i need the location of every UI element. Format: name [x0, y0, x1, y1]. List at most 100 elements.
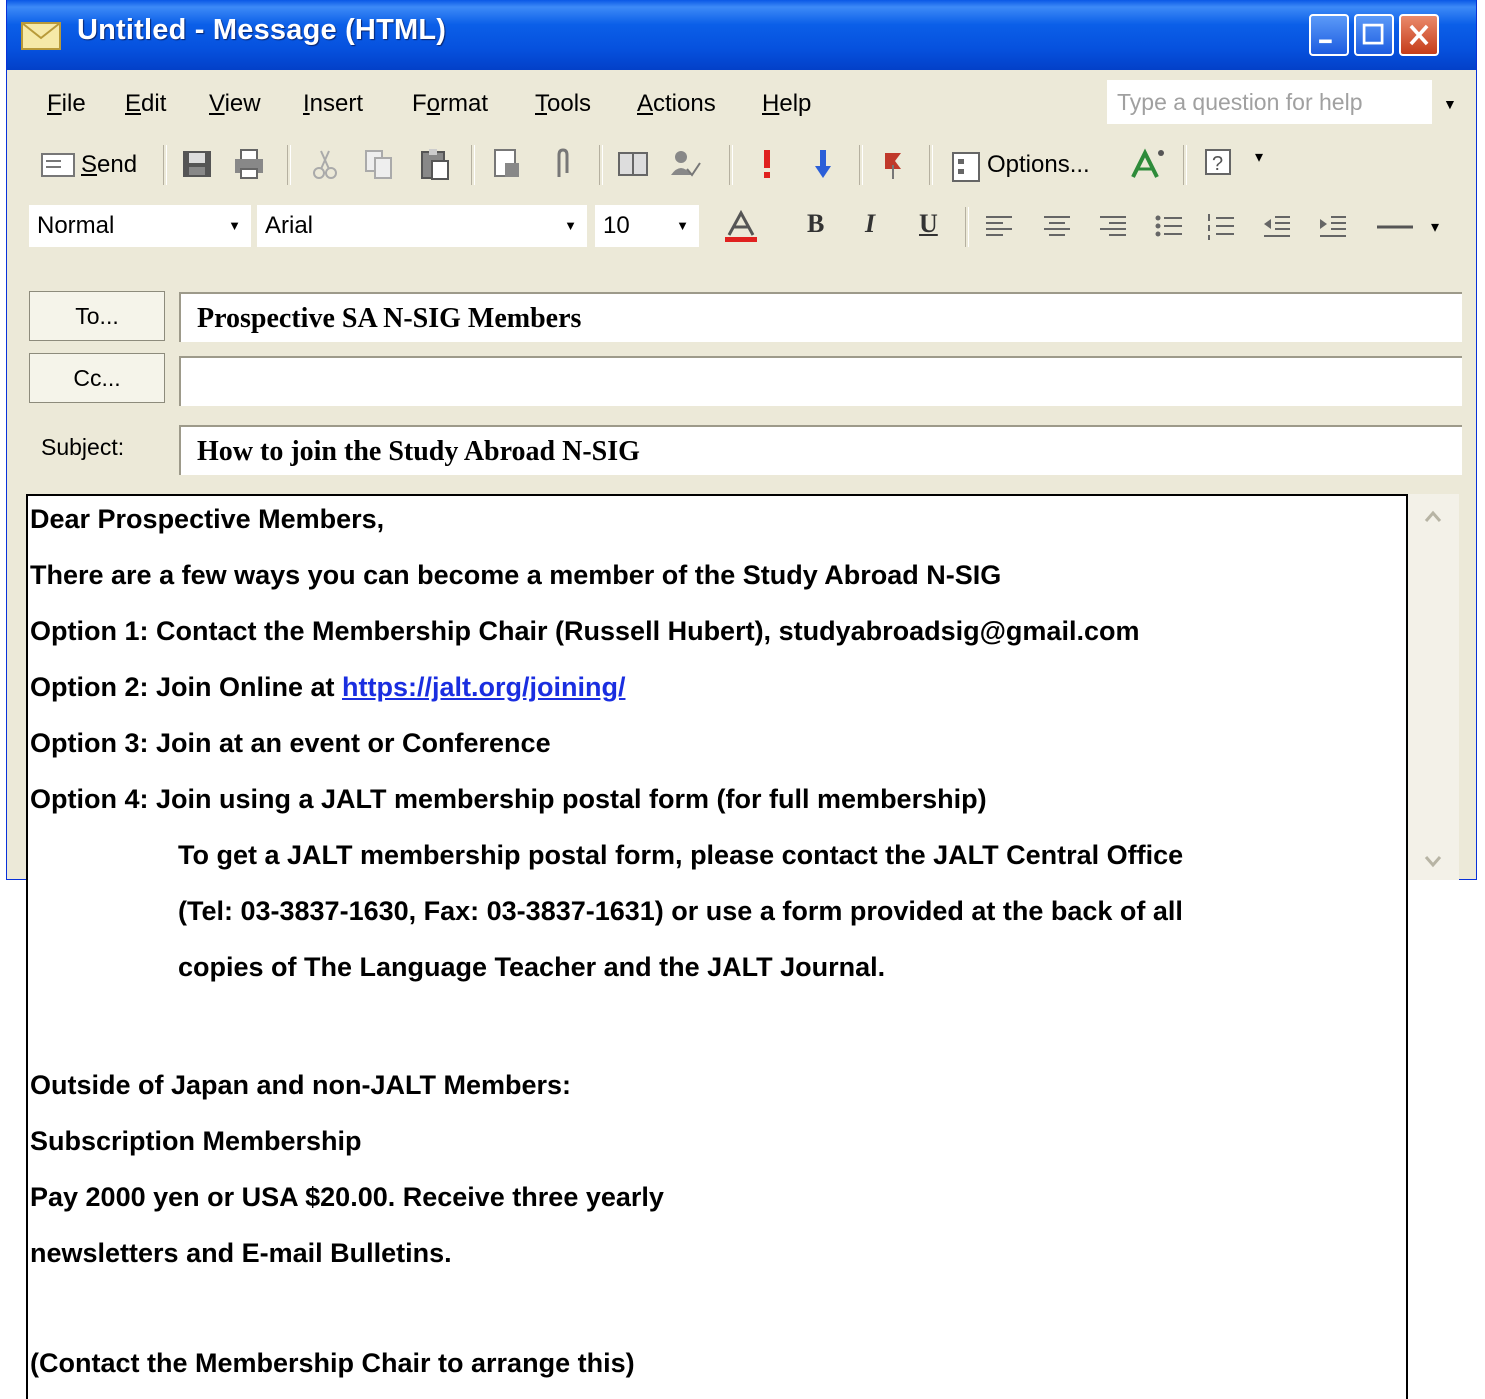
- font-color-icon[interactable]: [721, 209, 761, 243]
- to-button[interactable]: To...: [29, 291, 165, 341]
- italic-button[interactable]: I: [865, 209, 875, 239]
- window-title: Untitled - Message (HTML): [77, 14, 447, 46]
- menu-actions[interactable]: Actions: [637, 90, 716, 118]
- toolbar-separator: [1183, 145, 1187, 185]
- check-names-icon[interactable]: [669, 147, 701, 181]
- title-bar[interactable]: Untitled - Message (HTML): [7, 0, 1476, 70]
- attach-icon[interactable]: [547, 147, 579, 181]
- svg-text:?: ?: [1212, 153, 1223, 175]
- send-envelope-icon: [41, 153, 75, 177]
- body-option-3: Option 3: Join at an event or Conference: [30, 728, 551, 758]
- font-dropdown-icon: ▼: [564, 218, 577, 233]
- body-option-4-detail: To get a JALT membership postal form, pl…: [178, 840, 1184, 870]
- formatting-toolbar: Normal ▼ Arial ▼ 10 ▼ B I U ▾: [7, 199, 1476, 255]
- align-center-icon[interactable]: [1041, 209, 1073, 243]
- body-option-2-prefix: Option 2: Join Online at: [30, 672, 343, 702]
- follow-up-flag-icon[interactable]: [877, 147, 909, 181]
- maximize-button[interactable]: [1354, 14, 1394, 56]
- menu-view[interactable]: View: [209, 90, 261, 118]
- toolbar-separator: [859, 145, 863, 185]
- menu-format[interactable]: Format: [412, 90, 488, 118]
- paste-icon[interactable]: [419, 147, 451, 181]
- cut-icon[interactable]: [309, 147, 341, 181]
- scroll-down-icon[interactable]: [1418, 846, 1448, 876]
- bullets-icon[interactable]: [1153, 209, 1185, 243]
- horizontal-line-icon[interactable]: [1375, 209, 1415, 243]
- menu-help[interactable]: Help: [762, 90, 811, 118]
- increase-indent-icon[interactable]: [1317, 209, 1349, 243]
- body-contact-note: (Contact the Membership Chair to arrange…: [30, 1348, 635, 1378]
- address-book-icon[interactable]: [617, 147, 649, 181]
- font-size-dropdown-icon: ▼: [676, 218, 689, 233]
- toolbar-separator: [287, 145, 291, 185]
- decrease-indent-icon[interactable]: [1261, 209, 1293, 243]
- font-size-select[interactable]: 10 ▼: [595, 205, 699, 247]
- body-subscription: Subscription Membership: [30, 1126, 362, 1156]
- cc-button[interactable]: Cc...: [29, 353, 165, 403]
- style-select[interactable]: Normal ▼: [29, 205, 251, 247]
- numbering-icon[interactable]: [1205, 209, 1237, 243]
- close-icon: [1409, 24, 1429, 46]
- help-icon[interactable]: ?: [1203, 147, 1235, 181]
- minimize-icon: [1319, 39, 1332, 44]
- menu-file[interactable]: File: [47, 90, 86, 118]
- body-outside-heading: Outside of Japan and non-JALT Members:: [30, 1070, 572, 1100]
- print-icon[interactable]: [233, 147, 265, 181]
- envelope-icon: [21, 22, 61, 50]
- minimize-button[interactable]: [1309, 14, 1349, 56]
- toolbar-separator: [599, 145, 603, 185]
- toolbar-separator: [965, 207, 969, 247]
- body-scrollbar[interactable]: [1407, 494, 1459, 880]
- send-accel: S: [81, 151, 98, 178]
- toolbar-separator: [729, 145, 733, 185]
- scroll-up-icon[interactable]: [1418, 502, 1448, 532]
- options-icon: [952, 152, 980, 182]
- toolbar-separator: [929, 145, 933, 185]
- body-pay-line: newsletters and E-mail Bulletins.: [30, 1238, 452, 1268]
- cc-field[interactable]: [179, 356, 1462, 406]
- toolbar-overflow-icon[interactable]: ▾: [1255, 147, 1263, 167]
- font-value: Arial: [265, 212, 314, 239]
- style-value: Normal: [37, 212, 115, 239]
- save-icon[interactable]: [181, 147, 213, 181]
- bold-button[interactable]: B: [807, 209, 824, 239]
- low-importance-icon[interactable]: [807, 147, 839, 181]
- maximize-icon: [1362, 23, 1384, 45]
- font-select[interactable]: Arial ▼: [257, 205, 587, 247]
- menu-insert[interactable]: Insert: [303, 90, 363, 118]
- copy-icon[interactable]: [363, 147, 395, 181]
- body-option-2: Option 2: Join Online at https://jalt.or…: [30, 672, 625, 703]
- underline-button[interactable]: U: [919, 209, 938, 239]
- joining-link[interactable]: https://jalt.org/joining/: [342, 672, 625, 702]
- menu-edit[interactable]: Edit: [125, 90, 166, 118]
- body-option-4: Option 4: Join using a JALT membership p…: [30, 784, 987, 814]
- menu-tools[interactable]: Tools: [535, 90, 591, 118]
- style-dropdown-icon: ▼: [228, 218, 241, 233]
- send-button[interactable]: Send: [35, 141, 153, 189]
- toolbar-separator: [471, 145, 475, 185]
- body-option-4-detail: copies of The Language Teacher and the J…: [178, 952, 886, 982]
- insert-file-icon[interactable]: [491, 147, 523, 181]
- body-greeting: Dear Prospective Members,: [30, 504, 385, 534]
- send-label: end: [97, 151, 138, 178]
- toolbar-separator: [163, 145, 167, 185]
- standard-toolbar: Send Options... ? ▾: [7, 137, 1476, 193]
- options-button[interactable]: Options...: [945, 141, 1115, 189]
- options-label: Options...: [987, 151, 1090, 178]
- align-right-icon[interactable]: [1097, 209, 1129, 243]
- help-search-input[interactable]: Type a question for help: [1107, 80, 1432, 124]
- font-style-icon[interactable]: [1127, 147, 1169, 181]
- font-size-value: 10: [603, 212, 630, 239]
- align-left-icon[interactable]: [983, 209, 1015, 243]
- body-intro: There are a few ways you can become a me…: [30, 560, 1002, 590]
- body-pay-line: Pay 2000 yen or USA $20.00. Receive thre…: [30, 1182, 664, 1212]
- close-button[interactable]: [1399, 14, 1439, 56]
- subject-label: Subject:: [41, 434, 125, 460]
- help-dropdown-icon[interactable]: ▼: [1443, 96, 1457, 112]
- high-importance-icon[interactable]: [751, 147, 783, 181]
- subject-field[interactable]: How to join the Study Abroad N-SIG: [179, 425, 1462, 475]
- to-field[interactable]: Prospective SA N-SIG Members: [179, 292, 1462, 342]
- toolbar-overflow-icon[interactable]: ▾: [1431, 217, 1439, 237]
- body-option-4-detail: (Tel: 03-3837-1630, Fax: 03-3837-1631) o…: [178, 896, 1183, 926]
- body-option-1: Option 1: Contact the Membership Chair (…: [30, 616, 1140, 646]
